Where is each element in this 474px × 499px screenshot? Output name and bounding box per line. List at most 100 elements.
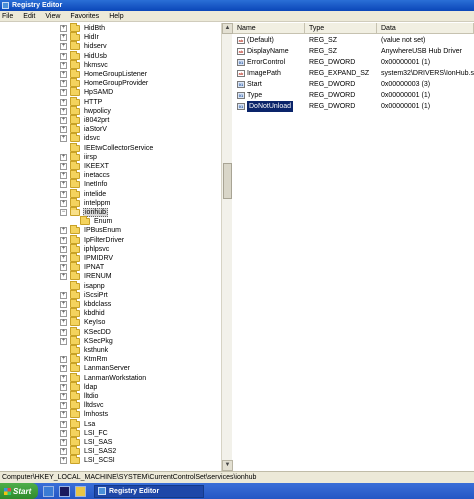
value-data: (value not set) <box>381 37 426 44</box>
column-name-header[interactable]: Name <box>233 23 305 34</box>
taskbar-registry-editor[interactable]: Registry Editor <box>94 484 204 498</box>
expand-icon[interactable]: + <box>60 117 67 124</box>
folder-icon <box>70 41 80 51</box>
folder-icon <box>70 50 80 60</box>
expand-icon[interactable]: + <box>60 448 67 456</box>
tree-item-label: inetaccs <box>84 172 110 180</box>
binary-value-icon: 01 <box>237 103 245 110</box>
expand-icon[interactable]: + <box>60 255 67 262</box>
expand-icon[interactable]: + <box>60 429 67 437</box>
expand-icon[interactable]: + <box>60 457 67 465</box>
value-row[interactable]: ab (Default) REG_SZ (value not set) <box>233 35 474 46</box>
expand-icon[interactable]: + <box>60 199 67 207</box>
value-row[interactable]: 01 Start REG_DWORD 0x00000003 (3) <box>233 79 474 90</box>
value-row[interactable]: ab DisplayName REG_SZ AnywhereUSB Hub Drive… <box>233 46 474 57</box>
expand-icon[interactable]: + <box>60 236 67 244</box>
expand-icon[interactable]: + <box>60 245 67 253</box>
scroll-thumb[interactable] <box>223 163 232 199</box>
expand-icon[interactable]: + <box>60 163 67 170</box>
expand-icon[interactable]: + <box>60 25 67 32</box>
expand-icon[interactable]: + <box>60 420 67 428</box>
folder-icon <box>70 271 80 281</box>
tree-item-label: iirsp <box>84 153 97 161</box>
expand-icon[interactable]: + <box>60 383 67 391</box>
expand-icon[interactable]: + <box>60 402 67 410</box>
expand-icon[interactable]: + <box>60 181 67 189</box>
expand-icon[interactable]: + <box>60 273 67 281</box>
value-name: DisplayName <box>247 48 289 55</box>
expand-icon[interactable]: + <box>60 319 67 327</box>
string-value-icon: ab <box>237 70 245 77</box>
value-name: ImagePath <box>247 70 281 77</box>
status-bar: Computer\HKEY_LOCAL_MACHINE\SYSTEM\Curre… <box>0 471 474 483</box>
column-type-header[interactable]: Type <box>305 23 377 34</box>
expand-icon[interactable]: + <box>60 439 67 446</box>
expand-icon[interactable]: + <box>60 126 67 134</box>
window-title: Registry Editor <box>12 2 63 9</box>
expand-icon[interactable]: + <box>60 52 67 60</box>
folder-icon <box>70 455 80 465</box>
tree-item-label: intelppm <box>84 199 111 207</box>
tree-item-label: iaStorV <box>84 126 107 134</box>
expand-icon[interactable]: + <box>60 190 67 198</box>
powershell-icon[interactable] <box>59 485 70 497</box>
tree-item[interactable]: + LSI_SCSI <box>60 455 116 466</box>
value-type: REG_DWORD <box>309 103 356 110</box>
expand-icon[interactable]: + <box>60 374 67 382</box>
value-row[interactable]: 01 DoNotUnload REG_DWORD 0x00000001 (1) <box>233 101 474 112</box>
tree-scrollbar[interactable]: ▲ ▼ <box>221 23 233 471</box>
expand-icon[interactable]: + <box>60 71 67 78</box>
folder-icon <box>70 78 80 88</box>
start-button[interactable]: Start <box>0 483 38 499</box>
registry-tree[interactable]: + HidBth + HidIr + hidserv + HidUsb + hkmsvc + Home… <box>0 23 232 471</box>
expand-icon[interactable]: + <box>60 172 67 180</box>
expand-icon[interactable]: + <box>60 43 67 51</box>
folder-icon <box>70 400 80 410</box>
expand-icon[interactable]: + <box>60 61 67 69</box>
menu-item-help[interactable]: Help <box>109 13 123 20</box>
expand-icon[interactable]: + <box>60 310 67 318</box>
expand-icon[interactable]: + <box>60 227 67 235</box>
menu-item-view[interactable]: View <box>45 13 60 20</box>
folder-icon <box>70 418 80 428</box>
scroll-up-arrow-icon[interactable]: ▲ <box>222 23 233 34</box>
value-row[interactable]: 01 Type REG_DWORD 0x00000001 (1) <box>233 90 474 101</box>
expand-icon[interactable]: + <box>60 80 67 88</box>
expand-icon[interactable]: + <box>60 356 67 364</box>
value-row[interactable]: 01 ErrorControl REG_DWORD 0x00000001 (1) <box>233 57 474 68</box>
explorer-folder-icon[interactable] <box>75 485 86 497</box>
expand-icon[interactable]: + <box>60 328 67 336</box>
menu-item-file[interactable]: File <box>2 13 13 20</box>
expand-icon[interactable]: + <box>60 153 67 161</box>
expand-icon[interactable]: + <box>60 393 67 400</box>
expand-icon[interactable]: + <box>60 365 67 373</box>
menu-item-favorites[interactable]: Favorites <box>70 13 99 20</box>
value-data: AnywhereUSB Hub Driver <box>381 48 462 55</box>
expand-icon[interactable]: + <box>60 301 67 308</box>
folder-icon <box>70 381 80 391</box>
folder-icon <box>70 345 80 354</box>
expand-icon[interactable]: + <box>60 135 67 143</box>
value-data: 0x00000001 (1) <box>381 59 431 66</box>
expand-icon[interactable]: + <box>60 98 67 106</box>
tree-item-label: lltdio <box>84 393 99 400</box>
expand-icon[interactable]: + <box>60 337 67 345</box>
folder-icon <box>70 372 80 382</box>
menu-item-edit[interactable]: Edit <box>23 13 35 20</box>
expand-icon[interactable]: + <box>60 34 67 42</box>
expand-icon[interactable]: + <box>60 264 67 272</box>
server-manager-icon[interactable] <box>43 485 54 497</box>
column-data-header[interactable]: Data <box>377 23 474 34</box>
scroll-down-arrow-icon[interactable]: ▼ <box>222 460 233 471</box>
tree-item-label: i8042prt <box>84 117 110 124</box>
tree-item-label: LSI_SAS2 <box>84 448 117 456</box>
expand-icon[interactable]: + <box>60 291 67 299</box>
expand-icon[interactable]: + <box>60 411 67 419</box>
collapse-icon[interactable]: − <box>60 209 67 216</box>
folder-icon <box>70 446 80 456</box>
value-row[interactable]: ab ImagePath REG_EXPAND_SZ system32\DRIVERS… <box>233 68 474 79</box>
expand-icon[interactable]: + <box>60 89 67 97</box>
value-type: REG_EXPAND_SZ <box>309 70 370 77</box>
expand-icon[interactable]: + <box>60 107 67 115</box>
